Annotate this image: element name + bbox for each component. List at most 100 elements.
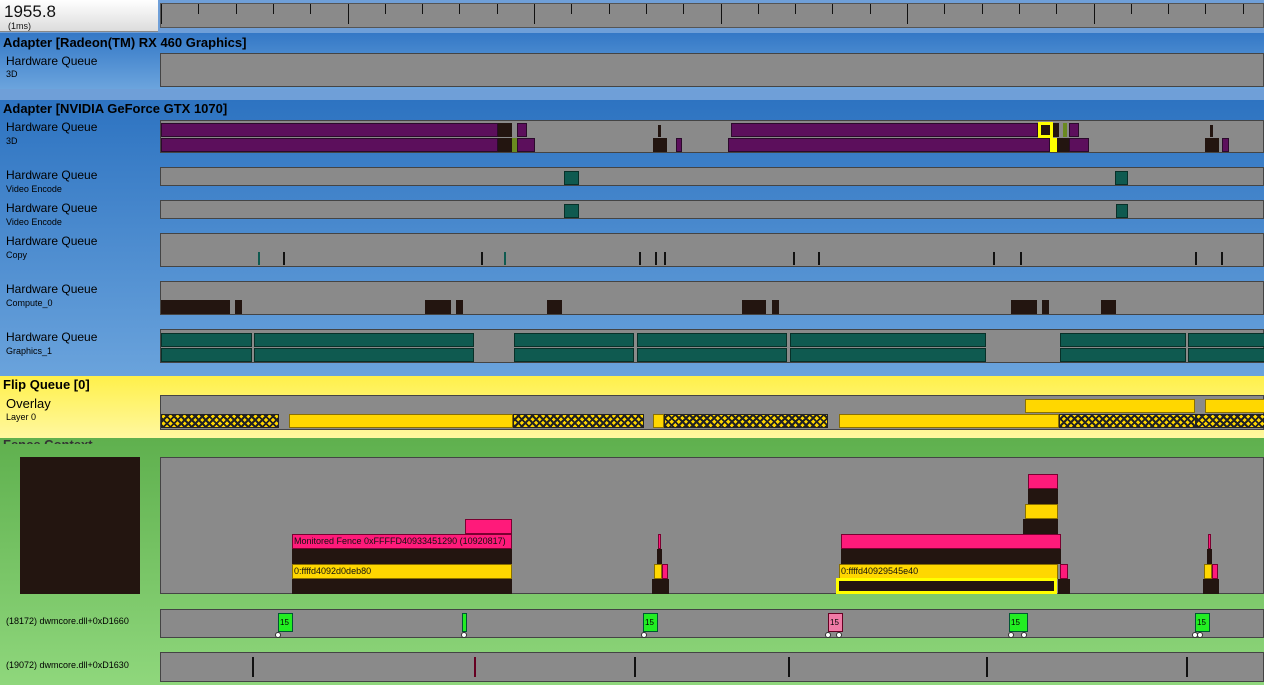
packet-block[interactable]: [772, 300, 779, 314]
packet-block[interactable]: [731, 123, 1038, 137]
flip-block[interactable]: [839, 414, 1059, 428]
thread-event-tick[interactable]: [788, 657, 790, 677]
fence-block[interactable]: [1207, 549, 1212, 564]
copy-packet[interactable]: [481, 252, 483, 265]
flip-block[interactable]: [1205, 399, 1264, 413]
packet-block[interactable]: [1116, 204, 1128, 218]
packet-block[interactable]: [637, 348, 787, 362]
fence-block[interactable]: [1212, 564, 1218, 579]
fence-block[interactable]: [1025, 504, 1058, 519]
copy-packet[interactable]: [1020, 252, 1022, 265]
fence-block[interactable]: [1028, 474, 1058, 489]
thread-event-tick[interactable]: [252, 657, 254, 677]
thread-19072-track[interactable]: [160, 652, 1264, 682]
packet-block[interactable]: [564, 204, 579, 218]
flip-block-hatched[interactable]: [664, 414, 828, 428]
fence-block[interactable]: [1023, 519, 1058, 534]
packet-block[interactable]: [1188, 333, 1264, 347]
thread-18172-track[interactable]: 15 15 15 15 15: [160, 609, 1264, 638]
thread-event-marker[interactable]: 15: [1009, 613, 1028, 632]
fence-block[interactable]: [292, 579, 512, 594]
packet-block[interactable]: [637, 333, 787, 347]
fence-track[interactable]: Monitored Fence 0xFFFFD40933451290 (1092…: [160, 457, 1264, 594]
fence-block[interactable]: [1058, 579, 1070, 594]
packet-block[interactable]: [790, 333, 986, 347]
packet-block[interactable]: [1069, 138, 1089, 152]
selected-fence-block[interactable]: [836, 578, 1057, 594]
fence-block[interactable]: [841, 534, 1061, 549]
copy-packet[interactable]: [1221, 252, 1223, 265]
packet-block[interactable]: [498, 138, 512, 152]
copy-packet[interactable]: [258, 252, 260, 265]
packet-block[interactable]: [517, 123, 527, 137]
copy-packet[interactable]: [283, 252, 285, 265]
packet-block[interactable]: [547, 300, 562, 314]
thread-event-tick[interactable]: [986, 657, 988, 677]
copy-packet[interactable]: [818, 252, 820, 265]
packet-block[interactable]: [161, 333, 252, 347]
thread-event-tick[interactable]: [1186, 657, 1188, 677]
packet-block[interactable]: [425, 300, 451, 314]
packet-block[interactable]: [1050, 138, 1057, 152]
nvidia-compute-track[interactable]: [160, 281, 1264, 315]
nvidia-copy-track[interactable]: [160, 233, 1264, 267]
packet-block[interactable]: [514, 348, 634, 362]
flip-block-hatched[interactable]: [161, 414, 279, 428]
thread-event-marker[interactable]: 15: [1195, 613, 1210, 632]
nvidia-video-encode-track[interactable]: [160, 167, 1264, 186]
packet-block[interactable]: [1042, 300, 1049, 314]
packet-block[interactable]: [514, 333, 634, 347]
time-ruler[interactable]: [160, 3, 1264, 28]
fence-block[interactable]: [657, 549, 662, 564]
fence-block[interactable]: [1204, 564, 1212, 579]
copy-packet[interactable]: [1195, 252, 1197, 265]
packet-block[interactable]: [742, 300, 766, 314]
packet-block[interactable]: [161, 138, 498, 152]
packet-block[interactable]: [161, 348, 252, 362]
nvidia-3d-track[interactable]: [160, 120, 1264, 153]
copy-packet[interactable]: [504, 252, 506, 265]
flip-block-hatched[interactable]: [1196, 414, 1264, 428]
copy-packet[interactable]: [639, 252, 641, 265]
thread-event-marker[interactable]: 15: [643, 613, 658, 632]
packet-block[interactable]: [161, 300, 230, 314]
thread-event-marker[interactable]: 15: [828, 613, 843, 632]
packet-block[interactable]: [653, 138, 667, 152]
fence-block[interactable]: [465, 519, 512, 534]
packet-block[interactable]: [1053, 123, 1059, 137]
packet-block[interactable]: [517, 138, 535, 152]
nvidia-video-encode-track-2[interactable]: [160, 200, 1264, 219]
fence-block[interactable]: [841, 549, 1061, 564]
thread-event-marker[interactable]: [462, 613, 467, 632]
packet-block[interactable]: [790, 348, 986, 362]
packet-block[interactable]: [456, 300, 463, 314]
fence-block[interactable]: [1028, 489, 1058, 504]
fence-address-block[interactable]: 0:ffffd4092d0deb80: [292, 564, 512, 579]
packet-block[interactable]: [254, 348, 474, 362]
monitored-fence-block[interactable]: Monitored Fence 0xFFFFD40933451290 (1092…: [292, 534, 512, 549]
copy-packet[interactable]: [655, 252, 657, 265]
flip-queue-track[interactable]: [160, 395, 1264, 430]
packet-block[interactable]: [1188, 348, 1264, 362]
fence-address-block[interactable]: 0:ffffd40929545e40: [839, 564, 1058, 579]
packet-block[interactable]: [1069, 123, 1079, 137]
packet-block[interactable]: [1115, 171, 1128, 185]
copy-packet[interactable]: [993, 252, 995, 265]
radeon-3d-track[interactable]: [160, 53, 1264, 87]
copy-packet[interactable]: [664, 252, 666, 265]
packet-block[interactable]: [161, 123, 498, 137]
fence-block[interactable]: [654, 564, 662, 579]
flip-block[interactable]: [289, 414, 513, 428]
packet-block[interactable]: [1060, 348, 1186, 362]
packet-block[interactable]: [1101, 300, 1116, 314]
flip-block-hatched[interactable]: [513, 414, 644, 428]
packet-block[interactable]: [728, 138, 1050, 152]
fence-block[interactable]: [652, 579, 669, 594]
packet-block[interactable]: [1011, 300, 1037, 314]
thread-event-marker[interactable]: 15: [278, 613, 293, 632]
packet-block[interactable]: [254, 333, 474, 347]
packet-block[interactable]: [1222, 138, 1229, 152]
fence-block[interactable]: [1208, 534, 1211, 549]
fence-block[interactable]: [1203, 579, 1219, 594]
fence-block[interactable]: [292, 549, 512, 564]
